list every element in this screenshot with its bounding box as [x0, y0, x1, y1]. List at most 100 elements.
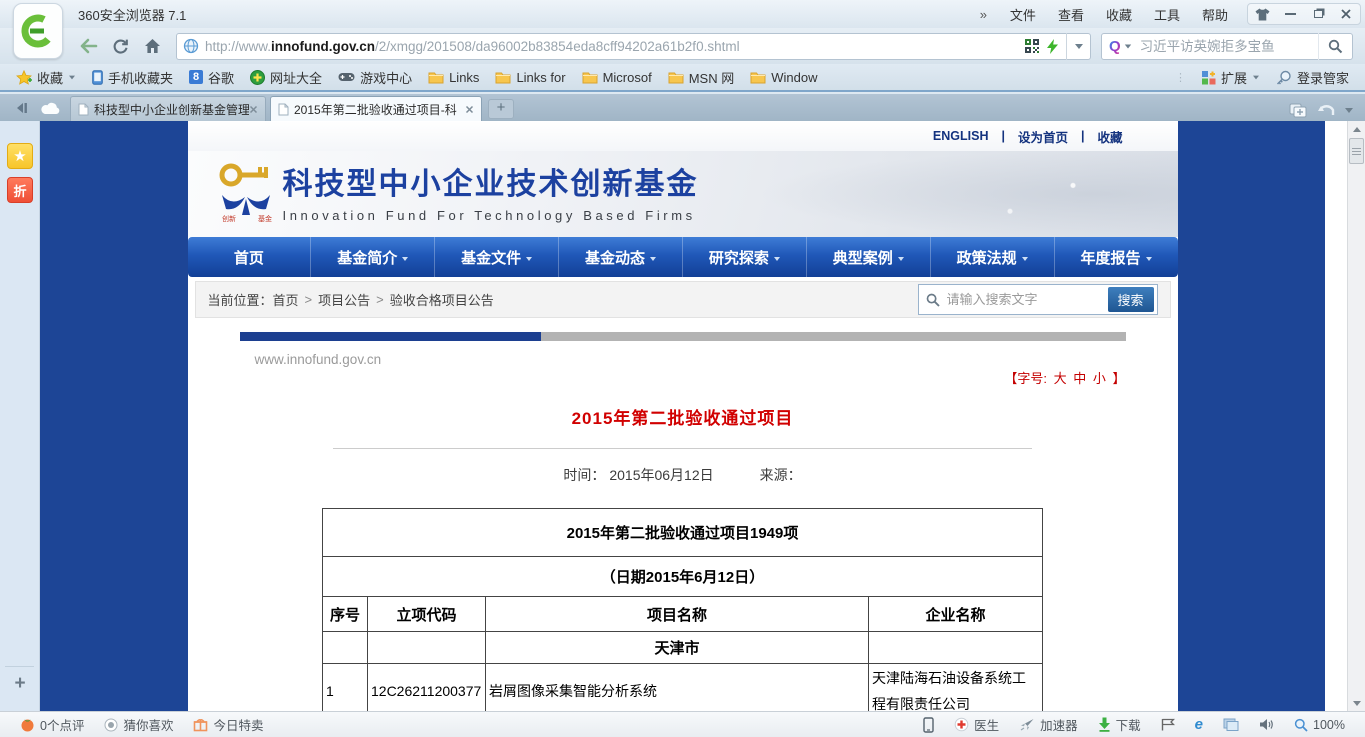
- quick-search-input[interactable]: [1138, 38, 1318, 55]
- menu-overflow-chevron[interactable]: »: [968, 5, 999, 24]
- vertical-scrollbar[interactable]: [1347, 121, 1365, 711]
- region-name: 天津市: [486, 632, 869, 664]
- font-size-medium[interactable]: 中: [1073, 371, 1086, 386]
- table-region-row: 天津市: [323, 632, 1043, 664]
- tab-fund-management[interactable]: 科技型中小企业创新基金管理: [70, 96, 266, 121]
- report-flag-icon[interactable]: [1151, 718, 1185, 731]
- bookmark-mobile-favorites[interactable]: 手机收藏夹: [84, 65, 181, 90]
- favorites-button[interactable]: 收藏: [8, 65, 84, 90]
- extensions-button[interactable]: 扩展: [1193, 65, 1268, 90]
- menu-view[interactable]: 查看: [1047, 2, 1095, 27]
- breadcrumb-acceptance-notices[interactable]: 验收合格项目公告: [390, 290, 494, 309]
- refresh-icon[interactable]: [104, 32, 136, 60]
- quick-search-button[interactable]: [1318, 33, 1352, 60]
- section-divider-bar: [240, 332, 1126, 341]
- back-icon[interactable]: [72, 32, 104, 60]
- breadcrumb-home[interactable]: 首页: [273, 290, 299, 309]
- site-search-input[interactable]: [945, 291, 1108, 308]
- guess-you-like-button[interactable]: 猜你喜欢: [94, 715, 183, 734]
- browser-viewport: ★ 折 + ENGLISH | 设为首页 | 收藏: [0, 121, 1365, 711]
- bookmark-site-directory[interactable]: 网址大全: [242, 65, 330, 90]
- new-window-icon[interactable]: [1289, 103, 1307, 118]
- title-bar-right: » 文件 查看 收藏 工具 帮助: [968, 2, 1365, 27]
- menu-tools[interactable]: 工具: [1143, 2, 1191, 27]
- nav-fund-documents[interactable]: 基金文件: [434, 237, 558, 277]
- site-search-button[interactable]: 搜索: [1108, 287, 1154, 312]
- url-field[interactable]: http://www.innofund.gov.cn/2/xmgg/201508…: [176, 33, 1091, 60]
- tab-acceptance-projects[interactable]: 2015年第二批验收通过项目-科: [270, 96, 482, 121]
- breadcrumb-project-notices[interactable]: 项目公告: [318, 290, 370, 309]
- bookmarks-bar-right: ⋮ 扩展 登录管家: [1175, 65, 1357, 90]
- favorites-sidebar-icon[interactable]: ★: [7, 143, 33, 169]
- zoom-control[interactable]: 100%: [1284, 718, 1355, 732]
- tab-close-icon[interactable]: [465, 105, 474, 114]
- new-tab-button[interactable]: +: [488, 99, 514, 119]
- bookmark-folder-msn[interactable]: MSN 网: [660, 65, 743, 90]
- nav-policies[interactable]: 政策法规: [930, 237, 1054, 277]
- nav-annual-report[interactable]: 年度报告: [1054, 237, 1178, 277]
- home-icon[interactable]: [136, 32, 168, 60]
- windows-taskbar-icon[interactable]: [1213, 718, 1249, 731]
- main-nav: 首页 基金简介 基金文件 基金动态 研究探索 典型案例 政策法规 年度报告: [188, 237, 1178, 277]
- add-panel-icon[interactable]: +: [7, 671, 33, 697]
- nav-research[interactable]: 研究探索: [682, 237, 806, 277]
- bookmark-google[interactable]: 8 谷歌: [181, 65, 242, 90]
- bookmark-folder-window[interactable]: Window: [742, 67, 825, 88]
- scroll-up-icon[interactable]: [1348, 121, 1365, 137]
- link-favorite[interactable]: 收藏: [1084, 127, 1135, 146]
- cell-project-name: 岩屑图像采集智能分析系统: [486, 664, 869, 712]
- close-button[interactable]: [1332, 4, 1360, 24]
- font-size-small[interactable]: 小: [1093, 371, 1106, 386]
- quick-search-box: Q: [1101, 33, 1353, 60]
- folder-icon: [668, 71, 684, 84]
- download-button[interactable]: 下载: [1088, 715, 1151, 734]
- collapse-sidebar-icon[interactable]: [6, 96, 36, 120]
- link-english[interactable]: ENGLISH: [920, 129, 1002, 143]
- nav-typical-cases[interactable]: 典型案例: [806, 237, 930, 277]
- speed-bolt-icon[interactable]: [1047, 39, 1058, 54]
- link-set-homepage[interactable]: 设为首页: [1005, 127, 1081, 146]
- browser-logo-icon[interactable]: [13, 3, 63, 59]
- bookmark-folder-microsoft[interactable]: Microsof: [574, 67, 660, 88]
- speaker-icon[interactable]: [1249, 718, 1284, 731]
- qr-code-icon[interactable]: [1025, 39, 1039, 53]
- skin-icon[interactable]: [1248, 4, 1276, 24]
- ie-mode-icon[interactable]: e: [1185, 716, 1213, 733]
- download-icon: [1098, 717, 1111, 732]
- menu-favorites[interactable]: 收藏: [1095, 2, 1143, 27]
- reopen-closed-tab-icon[interactable]: [1317, 104, 1335, 117]
- window-title: 360安全浏览器 7.1: [78, 5, 186, 24]
- nav-fund-intro[interactable]: 基金简介: [310, 237, 434, 277]
- minimize-button[interactable]: [1276, 4, 1304, 24]
- today-deals-button[interactable]: 今日特卖: [183, 715, 273, 734]
- menu-file[interactable]: 文件: [999, 2, 1047, 27]
- url-dropdown-icon[interactable]: [1066, 33, 1090, 60]
- menu-help[interactable]: 帮助: [1191, 2, 1239, 27]
- scrollbar-thumb[interactable]: [1349, 138, 1364, 164]
- accelerator-button[interactable]: 加速器: [1009, 715, 1088, 734]
- font-size-large[interactable]: 大: [1054, 371, 1067, 386]
- cloud-sync-icon[interactable]: [36, 96, 66, 120]
- tab-list-dropdown-icon[interactable]: [1345, 108, 1353, 113]
- discount-icon[interactable]: 折: [7, 177, 33, 203]
- scroll-down-icon[interactable]: [1348, 695, 1365, 711]
- bookmark-folder-links-for[interactable]: Links for: [487, 67, 573, 88]
- table-row: 1 12C26211200377 岩屑图像采集智能分析系统 天津陆海石油设备系统…: [323, 664, 1043, 712]
- reviews-button[interactable]: 0个点评: [10, 715, 94, 734]
- font-size-widget: 【字号: 大 中 小 】: [240, 368, 1126, 387]
- search-engine-logo[interactable]: Q: [1109, 38, 1121, 55]
- bookmark-game-center[interactable]: 游戏中心: [330, 65, 420, 90]
- bookmark-folder-links[interactable]: Links: [420, 67, 487, 88]
- restore-button[interactable]: [1304, 4, 1332, 24]
- doctor-button[interactable]: 医生: [944, 715, 1009, 734]
- nav-home[interactable]: 首页: [188, 237, 311, 277]
- tab-close-icon[interactable]: [249, 105, 258, 114]
- mobile-connect-icon[interactable]: [913, 717, 944, 733]
- article-meta: 时间：2015年06月12日来源：: [240, 465, 1126, 485]
- site-search-box: 搜索: [918, 284, 1158, 315]
- nav-fund-news[interactable]: 基金动态: [558, 237, 682, 277]
- login-manager-button[interactable]: 登录管家: [1268, 65, 1357, 90]
- search-engine-dropdown-icon[interactable]: [1124, 44, 1130, 48]
- site-banner: 创新 基金 科技型中小企业技术创新基金 Innovation Fund For …: [188, 151, 1178, 237]
- rocket-icon: [1019, 718, 1035, 732]
